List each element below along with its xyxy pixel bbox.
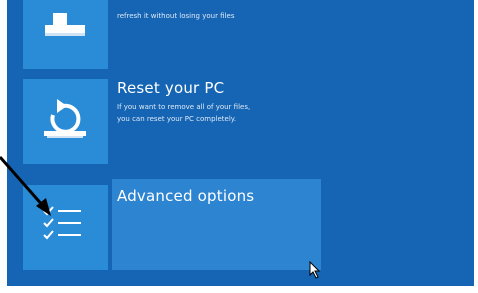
annotation-arrow [0,156,51,216]
mouse-cursor-icon [309,261,321,279]
